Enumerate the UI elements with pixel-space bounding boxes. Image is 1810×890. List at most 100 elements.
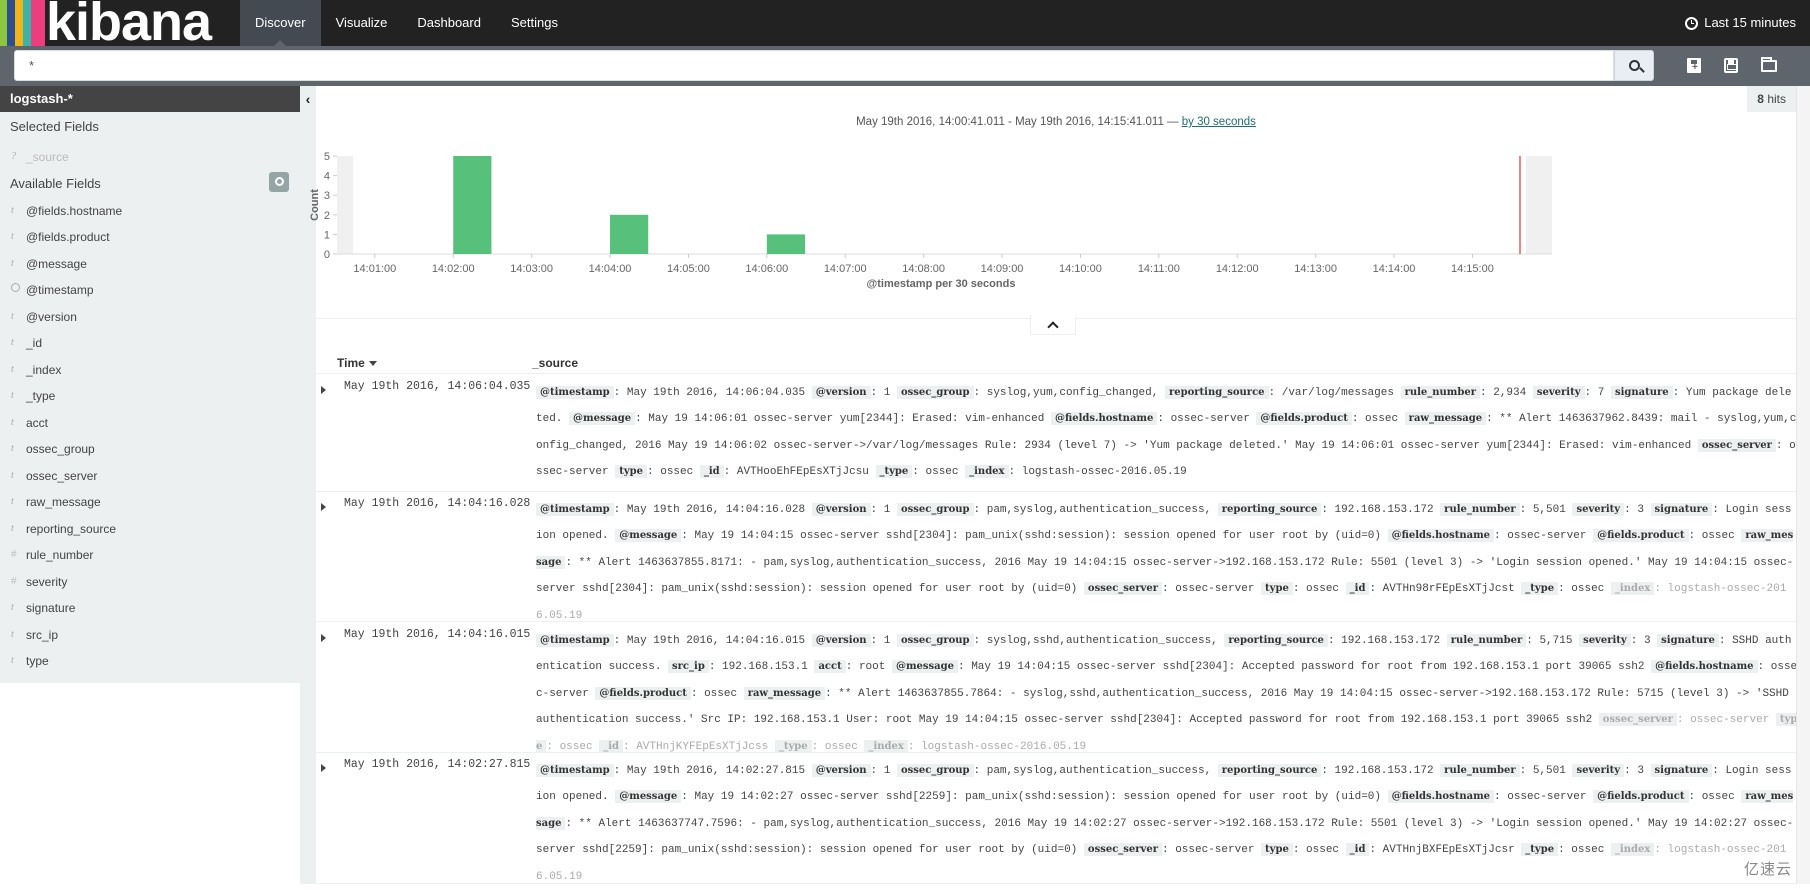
source-field-value: 3 [1637,765,1644,777]
field-item-timestamp[interactable]: @timestamp [0,277,300,304]
doc-table-header: Time _source [316,353,1796,375]
source-field-key: ossec_group [897,634,974,647]
search-input[interactable] [14,50,1614,81]
tab-visualize[interactable]: Visualize [321,0,403,46]
source-field: @timestamp: May 19th 2016, 14:04:16.028 [536,504,812,516]
x-tick-label: 14:04:00 [589,263,632,275]
doc-table-row[interactable]: May 19th 2016, 14:04:16.028@timestamp: M… [316,497,1796,622]
tab-dashboard[interactable]: Dashboard [402,0,496,46]
source-field-value: AVTHnjBXFEpEsXTjJcsr [1383,844,1515,856]
source-field-key: reporting_source [1218,503,1322,516]
source-field-key: @message [615,790,681,803]
field-item-raw-message[interactable]: traw_message [0,489,300,516]
field-item-reporting-source[interactable]: treporting_source [0,516,300,543]
interval-link[interactable]: by 30 seconds [1182,116,1256,128]
source-field: reporting_source: 192.168.153.172 [1224,635,1446,647]
vertical-scrollbar[interactable] [1796,86,1810,884]
string-type-icon: t [11,198,26,225]
expand-row-icon[interactable] [321,764,326,772]
source-field-key: reporting_source [1224,634,1328,647]
source-field-key: @timestamp [536,503,614,516]
search-bar [0,46,1810,86]
field-name: _source [26,144,69,171]
unknown-type-icon: ? [11,144,26,171]
source-field: @fields.product: ossec [595,688,743,700]
time-column-header[interactable]: Time [337,356,377,370]
doc-table-row[interactable]: May 19th 2016, 14:04:16.015@timestamp: M… [316,628,1796,753]
field-name: raw_message [26,489,101,516]
x-tick-label: 14:09:00 [981,263,1024,275]
index-pattern-header[interactable]: logstash-* [0,86,300,112]
time-range-label: Last 15 minutes [1704,0,1796,46]
source-field-value: 2,934 [1493,387,1526,399]
field-item-severity[interactable]: #severity [0,569,300,596]
field-item-type[interactable]: t_type [0,383,300,410]
expand-row-icon[interactable] [321,386,326,394]
source-field-value: logstash-ossec-2016.05.19 [1022,466,1187,478]
source-field-key: @fields.product [1593,790,1688,803]
source-field: _id: AVTHooEhFEpEsXTjJcsu [700,466,876,478]
source-field-value: ossec [1306,583,1339,595]
field-item-index[interactable]: t_index [0,357,300,384]
field-item-src-ip[interactable]: tsrc_ip [0,622,300,649]
string-type-icon: t [11,224,26,251]
time-picker[interactable]: Last 15 minutes [1685,0,1796,46]
source-field: reporting_source: 192.168.153.172 [1218,504,1440,516]
x-tick-label: 14:02:00 [432,263,475,275]
source-field: @message: May 19 14:04:15 ossec-server s… [615,530,1387,542]
folder-open-icon[interactable] [1761,60,1777,72]
field-item-id[interactable]: t_id [0,330,300,357]
selected-field-source[interactable]: ? _source [0,144,300,171]
string-type-icon: t [11,622,26,649]
field-item-fields-product[interactable]: t@fields.product [0,224,300,251]
field-item-rule-number[interactable]: #rule_number [0,542,300,569]
doc-table-row[interactable]: May 19th 2016, 14:02:27.815@timestamp: M… [316,758,1796,884]
source-field-key: @version [812,634,871,647]
field-item-signature[interactable]: tsignature [0,595,300,622]
source-field: @fields.hostname: ossec-server [1051,413,1256,425]
source-field: ossec_server: ossec-server [1084,583,1261,595]
field-item-type[interactable]: ttype [0,648,300,675]
search-button[interactable] [1614,50,1654,81]
source-field-key: severity [1572,503,1624,516]
save-icon[interactable] [1724,58,1738,73]
field-item-version[interactable]: t@version [0,304,300,331]
field-name: acct [26,410,48,437]
source-field-value: ossec [560,741,593,753]
field-name: @fields.hostname [26,198,122,225]
field-item-fields-hostname[interactable]: t@fields.hostname [0,198,300,225]
source-field-key: @version [812,386,871,399]
field-item-ossec-group[interactable]: tossec_group [0,436,300,463]
gear-icon [275,177,284,186]
field-name: @version [26,304,77,331]
source-field: ossec_group: pam,syslog,authentication_s… [897,504,1218,516]
field-settings-button[interactable] [269,172,289,192]
chevron-up-icon [1047,321,1058,332]
collapse-sidebar-button[interactable]: ‹ [300,86,316,112]
field-item-acct[interactable]: tacct [0,410,300,437]
field-item-ossec-server[interactable]: tossec_server [0,463,300,490]
source-field: _type: ossec [1521,844,1611,856]
field-item-message[interactable]: t@message [0,251,300,278]
clock-icon [1685,17,1698,30]
field-name: @timestamp [26,277,94,304]
source-field: @version: 1 [812,635,897,647]
expand-row-icon[interactable] [321,503,326,511]
field-name: type [26,648,49,675]
time-range-summary: May 19th 2016, 14:00:41.011 - May 19th 2… [316,116,1796,128]
doc-table-row[interactable]: May 19th 2016, 14:06:04.035@timestamp: M… [316,380,1796,492]
source-field-key: _id [1346,582,1370,595]
date-type-icon [11,277,26,304]
source-field: @version: 1 [812,504,897,516]
toggle-chart-button[interactable] [1030,315,1076,335]
tab-settings[interactable]: Settings [496,0,573,46]
source-field-value: pam,syslog,authentication_success, [987,765,1211,777]
source-field-key: @fields.hostname [1388,790,1494,803]
source-field: @fields.product: ossec [1593,791,1741,803]
source-field: @message: May 19 14:06:01 ossec-server y… [569,413,1051,425]
new-document-icon[interactable] [1687,58,1701,73]
kibana-logo[interactable]: kibana [0,0,222,46]
expand-row-icon[interactable] [321,634,326,642]
x-tick-label: 14:14:00 [1373,263,1416,275]
tab-discover[interactable]: Discover [240,0,321,46]
